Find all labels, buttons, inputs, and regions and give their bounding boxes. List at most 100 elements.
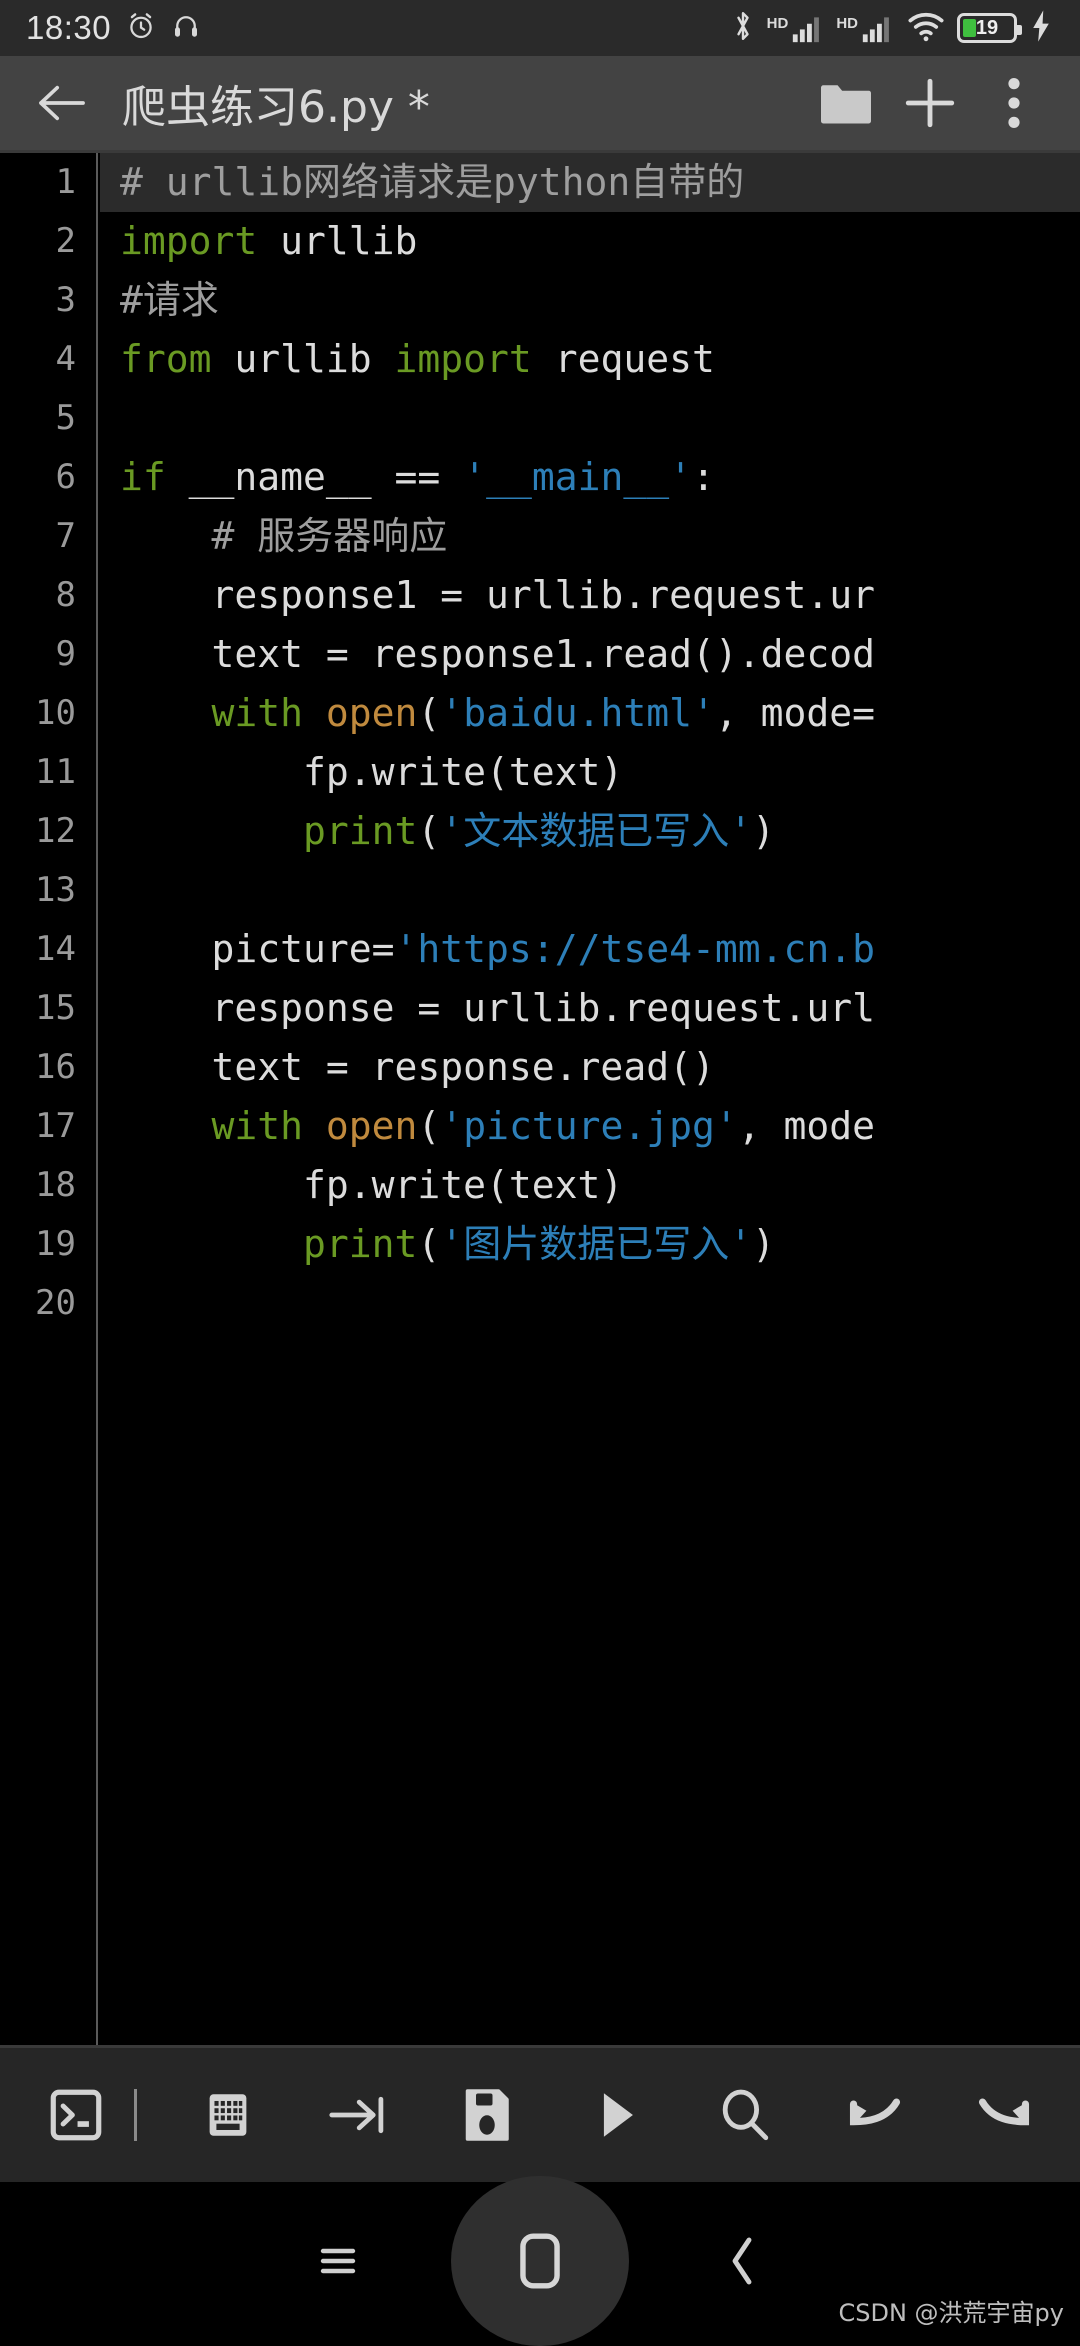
code-token: text = response.read() [120, 1045, 715, 1089]
code-token: 'picture.jpg' [440, 1104, 738, 1148]
undo-icon [849, 2098, 900, 2126]
redo-button[interactable] [956, 2067, 1052, 2163]
code-line[interactable]: with open('picture.jpg', mode [100, 1097, 1080, 1156]
line-number: 18 [35, 1165, 76, 1205]
alarm-clock-icon [125, 10, 157, 47]
toolbar-separator [134, 2089, 137, 2141]
run-icon [604, 2093, 634, 2137]
overflow-menu-button[interactable] [972, 61, 1056, 145]
line-number: 15 [35, 988, 76, 1028]
code-token: response = urllib.request.url [120, 986, 875, 1030]
add-new-file-button[interactable] [888, 61, 972, 145]
code-line[interactable]: response1 = urllib.request.ur [100, 566, 1080, 625]
line-number: 1 [55, 162, 76, 202]
code-line[interactable]: print('文本数据已写入') [100, 802, 1080, 861]
code-line[interactable]: with open('baidu.html', mode= [100, 684, 1080, 743]
nav-home-icon [520, 2233, 560, 2289]
redo-icon [978, 2098, 1030, 2126]
code-token: ( [417, 1104, 441, 1148]
code-line[interactable]: from urllib import request [100, 330, 1080, 389]
back-button[interactable] [24, 65, 100, 141]
headphones-icon [171, 10, 201, 47]
signal-hd-2-icon: HD [836, 11, 895, 45]
save-button[interactable] [439, 2067, 535, 2163]
code-line[interactable] [100, 389, 1080, 448]
code-token: open [325, 691, 418, 735]
search-button[interactable] [697, 2067, 793, 2163]
line-number: 17 [35, 1106, 76, 1146]
code-token: fp.write(text) [120, 1163, 624, 1207]
nav-back-icon [732, 2237, 752, 2285]
nav-home-button[interactable] [451, 2176, 629, 2346]
code-line[interactable] [100, 1274, 1080, 1333]
code-token: urllib [211, 337, 395, 381]
hd-label-1: HD [766, 15, 789, 32]
code-line[interactable]: text = response1.read().decod [100, 625, 1080, 684]
code-token: ( [417, 691, 441, 735]
nav-recents-icon [320, 2248, 356, 2274]
code-token: from [120, 337, 212, 381]
line-number: 2 [55, 221, 76, 261]
code-text-area[interactable]: # urllib网络请求是python自带的 import urllib #请求 fr… [100, 153, 1080, 2045]
app-bar: 爬虫练习6.py * [0, 56, 1080, 150]
save-icon [465, 2089, 509, 2141]
code-token: print [303, 809, 418, 853]
line-number: 16 [35, 1047, 76, 1087]
code-line[interactable]: if __name__ == '__main__': [100, 448, 1080, 507]
code-line[interactable]: response = urllib.request.url [100, 979, 1080, 1038]
code-token: , mode= [714, 691, 876, 735]
code-editor[interactable]: 1 2 3 4 5 6 7 8 9 10 11 12 13 14 15 16 17 18 19 20 # urllib… [0, 150, 1080, 2048]
code-line[interactable]: import urllib [100, 212, 1080, 271]
line-number: 11 [35, 752, 76, 792]
code-line[interactable]: fp.write(text) [100, 743, 1080, 802]
nav-back-button[interactable] [667, 2206, 817, 2316]
keyboard-button[interactable] [180, 2067, 276, 2163]
code-token: picture= [120, 927, 395, 971]
folder-open-button[interactable] [804, 61, 888, 145]
code-token: ( [417, 1222, 441, 1266]
code-line[interactable]: fp.write(text) [100, 1156, 1080, 1215]
status-bar-left: 18:30 [26, 9, 201, 47]
undo-button[interactable] [827, 2067, 923, 2163]
code-token: 'https://tse4-mm.cn.b [394, 927, 875, 971]
code-line[interactable]: text = response.read() [100, 1038, 1080, 1097]
nav-recents-button[interactable] [263, 2206, 413, 2316]
line-number: 20 [35, 1283, 76, 1323]
code-token: request [531, 337, 715, 381]
code-line[interactable] [100, 861, 1080, 920]
code-line[interactable]: # urllib网络请求是python自带的 [100, 153, 1080, 212]
line-number: 10 [35, 693, 76, 733]
indent-tab-button[interactable] [310, 2067, 406, 2163]
code-token: : [691, 455, 715, 499]
code-token: ( [417, 809, 441, 853]
line-number: 13 [35, 870, 76, 910]
code-line[interactable]: print('图片数据已写入') [100, 1215, 1080, 1274]
code-token: '文本数据已写入' [440, 809, 753, 853]
code-token: if [120, 455, 166, 499]
code-token: #请求 [120, 278, 219, 322]
terminal-button[interactable] [28, 2067, 124, 2163]
code-token: urllib [257, 219, 418, 263]
bluetooth-icon [730, 8, 756, 49]
search-icon [723, 2089, 769, 2141]
run-button[interactable] [568, 2067, 664, 2163]
code-token: print [303, 1222, 418, 1266]
code-token: # 服务器响应 [120, 514, 448, 558]
line-number: 3 [55, 280, 76, 320]
code-line[interactable]: # 服务器响应 [100, 507, 1080, 566]
code-token: import [394, 337, 532, 381]
keyboard-icon [209, 2094, 247, 2136]
code-line[interactable]: #请求 [100, 271, 1080, 330]
page-title: 爬虫练习6.py * [122, 82, 430, 133]
line-number: 6 [55, 457, 76, 497]
line-number: 7 [55, 516, 76, 556]
editor-viewport[interactable]: 1 2 3 4 5 6 7 8 9 10 11 12 13 14 15 16 17 18 19 20 # urllib… [0, 153, 1080, 2045]
code-line[interactable]: picture='https://tse4-mm.cn.b [100, 920, 1080, 979]
overflow-menu-icon [1008, 78, 1020, 128]
phone-screen: 18:30 HD HD 19 爬虫练习6.py * 1 2 3 4 5 6 7 … [0, 0, 1080, 2346]
